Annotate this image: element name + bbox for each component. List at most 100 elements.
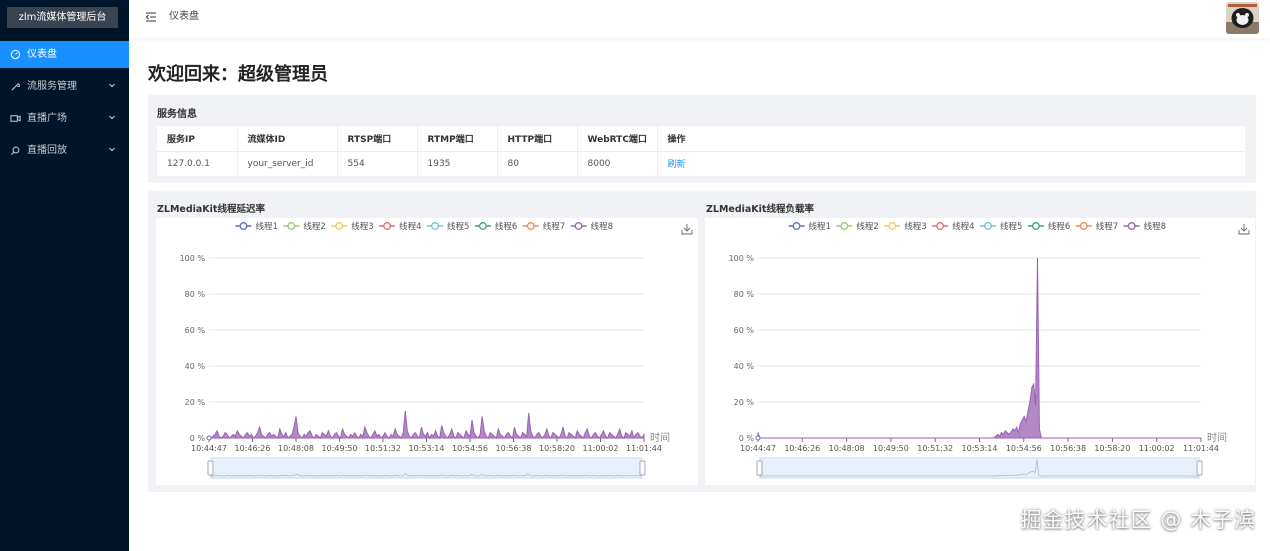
x-tick-label: 10:46:26 <box>235 444 271 453</box>
legend-marker <box>1127 222 1136 230</box>
column-header: RTSP端口 <box>337 126 418 152</box>
x-tick-label: 10:48:08 <box>278 444 314 453</box>
column-header: 服务IP <box>157 126 238 152</box>
series-area <box>757 257 1201 439</box>
x-tick-label: 10:54:56 <box>452 444 488 453</box>
chevron-down-icon <box>109 115 115 120</box>
sidebar-item-label: 流服务管理 <box>27 81 77 92</box>
legend-marker <box>888 222 897 230</box>
legend-marker <box>1079 222 1088 230</box>
legend-label: 线程4 <box>952 221 974 232</box>
cell-action: 刷新 <box>657 151 1245 176</box>
legend-label: 线程8 <box>591 221 613 232</box>
menu-fold-icon[interactable] <box>145 11 157 23</box>
legend-marker <box>574 222 583 230</box>
x-tick-label: 11:00:02 <box>1139 444 1175 453</box>
sidebar-item-label: 直播广场 <box>27 113 67 124</box>
x-tick-label: 10:56:38 <box>1050 444 1086 453</box>
legend-item: 线程1 <box>235 221 278 232</box>
legend-item: 线程7 <box>522 221 565 232</box>
x-axis-label: 时间 <box>650 431 670 444</box>
series-start-point <box>755 435 761 441</box>
legend-item: 线程6 <box>474 221 517 232</box>
y-tick-label: 60 % <box>734 326 755 335</box>
y-tick-label: 100 % <box>180 254 206 263</box>
legend-item: 线程2 <box>836 221 879 232</box>
legend-marker <box>984 222 992 230</box>
chart-title-delay: ZLMediaKit线程延迟率 <box>157 204 265 215</box>
legend-label: 线程7 <box>1096 221 1118 232</box>
chevron-down-icon <box>109 147 115 152</box>
legend-marker <box>1031 222 1040 230</box>
chart-card-delay: 线程1 线程2 线程3 线程4 线程5 线程6 线程7 线程8 0 % 20 % 40 % 60 % 8… <box>156 218 698 485</box>
legend-marker <box>792 222 801 230</box>
y-tick-label: 40 % <box>734 362 755 371</box>
column-header: 操作 <box>657 126 1245 152</box>
series-area <box>209 410 645 440</box>
legend-marker <box>936 222 945 230</box>
download-icon[interactable] <box>681 224 693 235</box>
legend-label: 线程1 <box>809 221 831 232</box>
legend-item: 线程3 <box>331 221 374 232</box>
x-tick-label: 10:56:38 <box>496 444 532 453</box>
x-tick-label: 11:01:44 <box>626 444 662 453</box>
column-header: HTTP端口 <box>497 126 578 152</box>
legend-item: 线程6 <box>1027 221 1070 232</box>
datazoom-handle-left[interactable] <box>756 460 763 476</box>
top-header: 仪表盘 <box>129 0 1270 38</box>
datazoom-handle-right[interactable] <box>639 460 646 476</box>
legend-label: 线程8 <box>1144 221 1166 232</box>
cell-server-ip: 127.0.0.1 <box>157 151 238 176</box>
column-header: 流媒体ID <box>237 126 338 152</box>
legend-item: 线程4 <box>379 221 422 232</box>
download-icon[interactable] <box>1238 224 1250 235</box>
legend-item: 线程5 <box>427 221 469 232</box>
legend-label: 线程2 <box>303 221 325 232</box>
x-tick-label: 10:44:47 <box>740 444 776 453</box>
datazoom-track <box>759 457 1200 479</box>
table-header-row: 服务IP 流媒体ID RTSP端口 RTMP端口 HTTP端口 WebRTC端口… <box>157 126 1245 152</box>
x-tick-label: 10:51:32 <box>917 444 953 453</box>
legend-item: 线程8 <box>1123 221 1166 232</box>
cell-rtmp-port: 1935 <box>417 151 498 176</box>
legend-marker <box>840 222 849 230</box>
legend-item: 线程3 <box>884 221 927 232</box>
cell-media-id: your_server_id <box>237 151 338 176</box>
legend-label: 线程4 <box>399 221 421 232</box>
legend-label: 线程6 <box>1048 221 1070 232</box>
sidebar-item-label: 直播回放 <box>27 145 67 156</box>
y-tick-label: 80 % <box>185 290 206 299</box>
y-tick-label: 0 % <box>190 434 206 443</box>
column-header: RTMP端口 <box>417 126 498 152</box>
legend-item: 线程2 <box>283 221 326 232</box>
datazoom-handle-left[interactable] <box>207 460 214 476</box>
search-icon <box>11 146 20 155</box>
x-tick-label: 11:01:44 <box>1183 444 1219 453</box>
sidebar-item-dashboard[interactable]: 仪表盘 <box>0 41 129 68</box>
x-tick-label: 10:58:20 <box>1094 444 1130 453</box>
legend-marker <box>335 222 344 230</box>
breadcrumb[interactable]: 仪表盘 <box>169 0 199 33</box>
legend-item: 线程5 <box>980 221 1022 232</box>
x-tick-label: 10:53:14 <box>409 444 445 453</box>
sidebar-item-live-square[interactable]: 直播广场 <box>0 105 129 132</box>
x-tick-label: 10:58:20 <box>539 444 575 453</box>
x-tick-label: 10:49:50 <box>873 444 909 453</box>
x-tick-label: 10:46:26 <box>784 444 820 453</box>
table-row: 127.0.0.1 your_server_id 554 1935 80 800… <box>157 151 1245 176</box>
refresh-link[interactable]: 刷新 <box>668 160 686 170</box>
legend-marker <box>526 222 535 230</box>
legend-item: 线程8 <box>570 221 613 232</box>
cell-rtsp-port: 554 <box>337 151 418 176</box>
cell-webrtc-port: 8000 <box>577 151 658 176</box>
x-tick-label: 10:48:08 <box>829 444 865 453</box>
user-avatar[interactable] <box>1226 2 1259 34</box>
legend-item: 线程7 <box>1075 221 1118 232</box>
cell-http-port: 80 <box>497 151 578 176</box>
sidebar-item-stream-service[interactable]: 流服务管理 <box>0 73 129 100</box>
legend-label: 线程7 <box>543 221 565 232</box>
page-title: 欢迎回来：超级管理员 <box>148 64 328 85</box>
dashboard-icon <box>10 49 21 60</box>
sidebar-item-live-playback[interactable]: 直播回放 <box>0 137 129 164</box>
datazoom-handle-right[interactable] <box>1196 460 1203 476</box>
